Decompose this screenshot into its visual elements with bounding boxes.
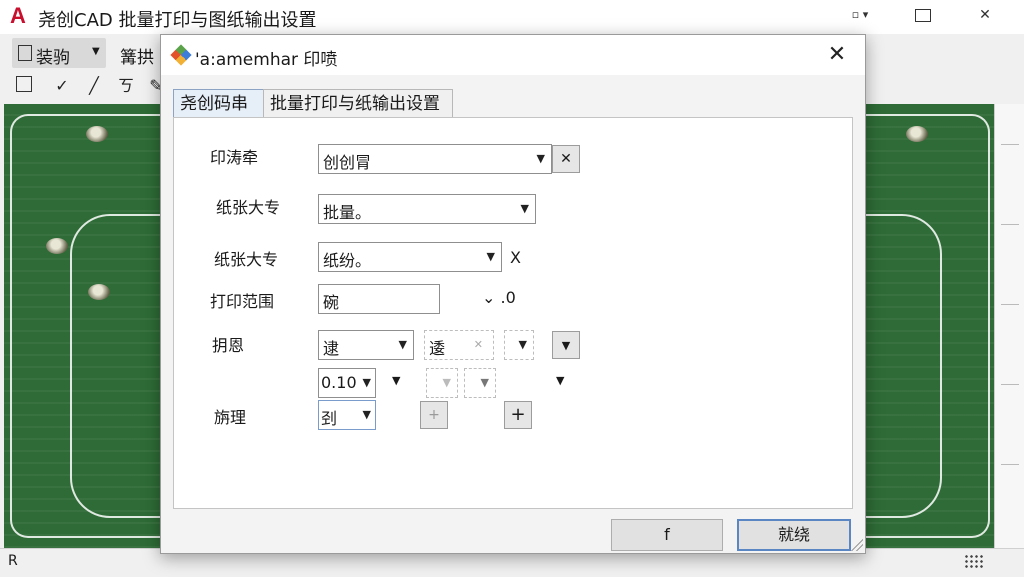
properties-strip xyxy=(994,104,1024,548)
ok-button[interactable]: 就绕 xyxy=(737,519,851,551)
chevron-down-icon[interactable]: ▼ xyxy=(392,374,400,387)
chevron-down-icon: ▼ xyxy=(480,376,489,389)
chevron-down-icon[interactable]: ▼ xyxy=(556,374,564,387)
add-disabled-button[interactable]: + xyxy=(420,401,448,429)
print-range-label: 打印范围 xyxy=(210,292,275,311)
status-text: R xyxy=(8,553,18,569)
app-logo-icon: A xyxy=(10,3,26,28)
paper-size-select[interactable]: 批量。 ▼ xyxy=(318,194,536,224)
paper-size-label: 纸张大专 xyxy=(216,198,281,217)
scale-value: 0.10 xyxy=(321,373,357,392)
settings-value-1: 逮 xyxy=(323,339,340,358)
paper-size-2-label: 纸张大专 xyxy=(214,250,279,269)
printer-value: 创创冐 xyxy=(323,153,372,172)
rectangle-tool-icon[interactable] xyxy=(14,76,34,96)
chevron-down-icon: ▼ xyxy=(362,376,371,389)
document-icon xyxy=(18,45,32,61)
secondary-button[interactable]: f xyxy=(611,519,723,551)
printer-select[interactable]: 创创冐 ▼ xyxy=(318,144,552,174)
pin-icon[interactable]: ▫ ▾ xyxy=(840,0,880,30)
paper-size-2-suffix[interactable]: X xyxy=(510,248,521,267)
ribbon-next-item[interactable]: 篝拱 xyxy=(120,43,154,68)
tab-panel: 印涛牵 创创冐 ▼ ✕ 纸张大专 批量。 ▼ 纸张大专 纸纷。 ▼ X 打印范围… xyxy=(173,117,853,509)
text-tool-icon[interactable]: ㄎ xyxy=(116,76,136,96)
check-tool-icon[interactable]: ✓ xyxy=(52,76,72,96)
maximize-icon xyxy=(915,8,931,22)
tab-batch-output[interactable]: 批量打印与纸输出设置 xyxy=(263,89,453,118)
print-range-value: 碗 xyxy=(323,293,340,312)
paper-size-2-value: 纸纷。 xyxy=(323,251,372,270)
dialog-title: 'a:amemhar 印喷 xyxy=(195,50,338,70)
inner-field-line xyxy=(860,214,942,518)
resize-grip-icon[interactable] xyxy=(851,539,863,551)
chevron-down-icon: ▼ xyxy=(520,202,529,215)
marker-dot xyxy=(906,126,928,142)
scale-select[interactable]: 0.10 ▼ xyxy=(318,368,376,398)
chevron-down-icon: ▼ xyxy=(92,46,100,57)
settings-select-2[interactable]: 逶 ✕ xyxy=(424,330,494,360)
chevron-down-icon: ▼ xyxy=(561,339,571,352)
tab-general[interactable]: 尧创码串 xyxy=(173,89,275,118)
process-value: 刭 xyxy=(321,409,338,428)
scale-option-1[interactable]: ▼ xyxy=(426,368,458,398)
process-select[interactable]: 刭 ▼ xyxy=(318,400,376,430)
settings-value-2: 逶 xyxy=(429,339,446,358)
dialog-close-button[interactable]: ✕ xyxy=(821,41,853,69)
maximize-button[interactable] xyxy=(900,0,946,30)
printer-clear-button[interactable]: ✕ xyxy=(552,145,580,173)
chevron-down-icon: ▼ xyxy=(362,408,371,421)
marker-dot xyxy=(88,284,110,300)
chevron-down-icon: ▼ xyxy=(442,376,451,389)
process-label: 旃理 xyxy=(214,408,247,427)
chevron-down-icon: ▼ xyxy=(518,338,527,351)
ribbon-dropdown-label: 装驹 xyxy=(36,48,70,68)
settings-dropdown-button[interactable]: ▼ xyxy=(552,331,580,359)
drawing-canvas-left[interactable] xyxy=(4,104,172,548)
paper-size-2-select[interactable]: 纸纷。 ▼ xyxy=(318,242,502,272)
drawing-canvas-right[interactable] xyxy=(860,104,994,548)
line-tool-icon[interactable]: ╱ xyxy=(84,76,104,96)
print-range-input[interactable]: 碗 xyxy=(318,284,440,314)
scale-option-2[interactable]: ▼ xyxy=(464,368,496,398)
grid-snap-icon[interactable] xyxy=(964,554,984,570)
settings-select-1[interactable]: 逮 ▼ xyxy=(318,330,414,360)
app-title: 尧创CAD 批量打印与图纸输出设置 xyxy=(38,10,317,31)
add-button[interactable]: + xyxy=(504,401,532,429)
chevron-down-icon: ▼ xyxy=(536,152,545,165)
chevron-down-icon: ▼ xyxy=(398,338,407,351)
chevron-down-icon: ▼ xyxy=(486,250,495,263)
print-settings-dialog: 'a:amemhar 印喷 ✕ 尧创码串 批量打印与纸输出设置 印涛牵 创创冐 … xyxy=(160,34,866,554)
printer-label: 印涛牵 xyxy=(210,148,259,167)
paper-size-value: 批量。 xyxy=(323,203,372,222)
close-icon: ✕ xyxy=(473,338,483,351)
marker-dot xyxy=(46,238,68,254)
settings-label: 抈恩 xyxy=(212,336,245,355)
ribbon-dropdown-button[interactable]: 装驹 ▼ xyxy=(12,38,106,68)
app-close-button[interactable]: ✕ xyxy=(962,0,1008,30)
marker-dot xyxy=(86,126,108,142)
inner-field-line xyxy=(70,214,172,518)
settings-select-3[interactable]: ▼ xyxy=(504,330,534,360)
print-range-suffix[interactable]: ⌄ .0 xyxy=(482,288,516,307)
